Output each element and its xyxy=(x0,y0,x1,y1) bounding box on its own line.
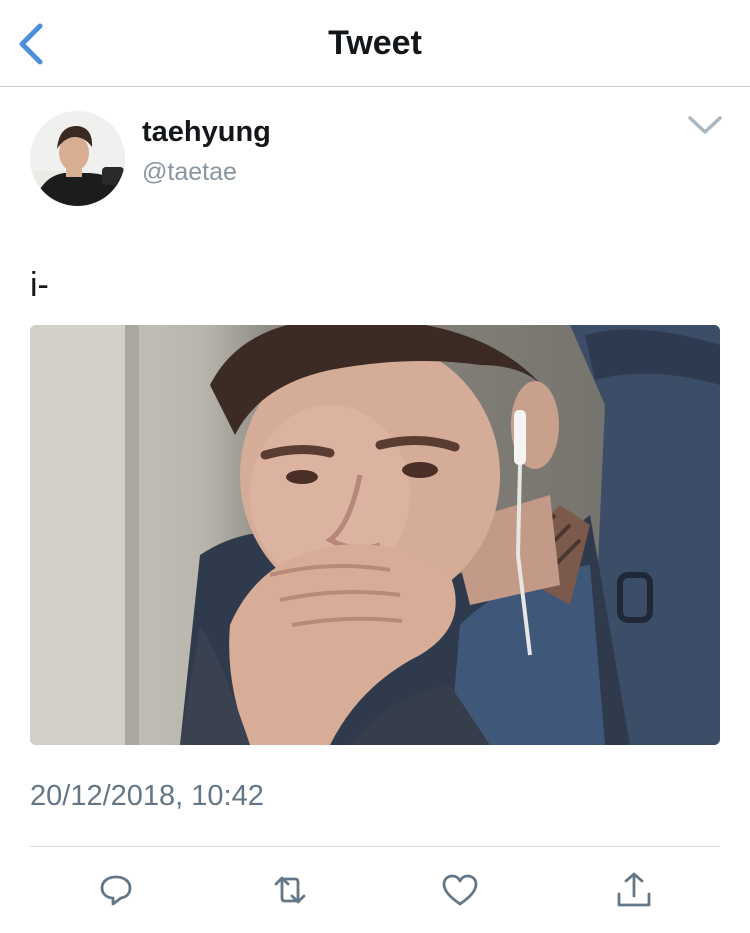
share-button[interactable] xyxy=(614,870,654,910)
tweet-menu-button[interactable] xyxy=(686,112,724,140)
share-icon xyxy=(617,872,651,907)
divider xyxy=(30,846,720,847)
retweet-button[interactable] xyxy=(270,870,310,910)
tweet-timestamp: 20/12/2018, 10:42 xyxy=(30,780,264,812)
avatar-image xyxy=(30,111,125,206)
reply-icon xyxy=(100,875,132,906)
tweet-text: i- xyxy=(30,266,49,304)
reply-button[interactable] xyxy=(96,870,136,910)
avatar[interactable] xyxy=(30,111,125,206)
chevron-down-icon xyxy=(688,116,722,134)
tweet-media[interactable] xyxy=(30,325,720,745)
like-icon xyxy=(442,874,478,906)
display-name[interactable]: taehyung xyxy=(142,116,271,149)
like-button[interactable] xyxy=(440,870,480,910)
nav-header: Tweet xyxy=(0,0,750,87)
user-handle: @taetae xyxy=(142,158,237,186)
retweet-icon xyxy=(274,876,306,904)
photo-image xyxy=(30,325,720,745)
page-title: Tweet xyxy=(328,24,422,62)
